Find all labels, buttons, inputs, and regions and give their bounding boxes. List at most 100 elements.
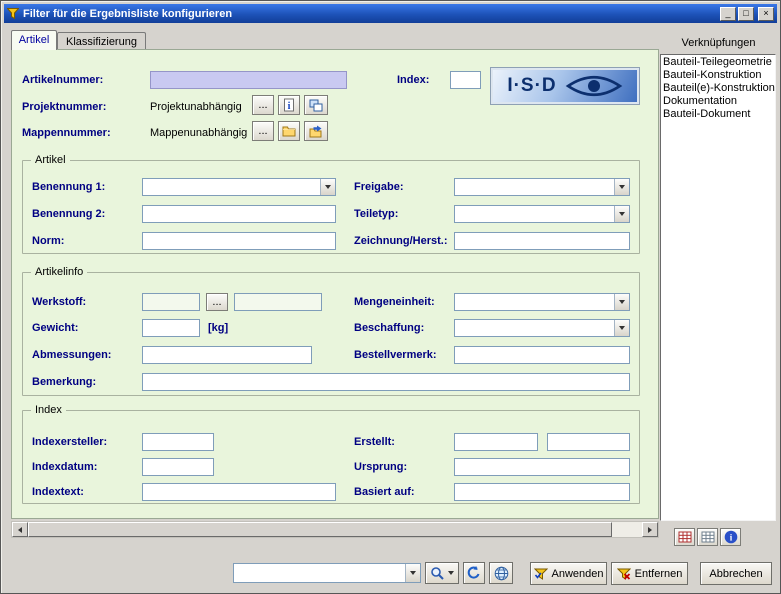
isd-eye-icon (565, 74, 623, 98)
gewicht-input[interactable] (142, 319, 200, 337)
projekt-info-button[interactable]: i (278, 95, 300, 115)
index-label: Index: (397, 74, 429, 86)
links-panel-title: Verknüpfungen (661, 37, 776, 49)
search-button[interactable] (425, 562, 459, 584)
entfernen-button[interactable]: Entfernen (611, 562, 688, 585)
info-circle-icon: i (724, 530, 738, 544)
filter-remove-icon (617, 568, 631, 580)
abmessungen-input[interactable] (142, 346, 312, 364)
table-red-icon (678, 531, 692, 543)
chevron-down-icon (619, 300, 625, 304)
window-controls: _ □ × (720, 7, 774, 21)
beschaffung-label: Beschaffung: (354, 322, 424, 334)
mappennummer-value: Mappenunabhängig (150, 127, 247, 139)
mengeneinheit-label: Mengeneinheit: (354, 296, 435, 308)
werkstoff-input[interactable] (142, 293, 200, 311)
projektnummer-label: Projektnummer: (22, 101, 106, 113)
freigabe-combo[interactable] (454, 178, 630, 196)
arrow-left-icon (18, 527, 22, 533)
minimize-button[interactable]: _ (720, 7, 736, 21)
isd-logo: I·S·D (490, 67, 640, 105)
scroll-right-button[interactable] (642, 522, 658, 537)
result-grid-button[interactable] (697, 528, 718, 546)
teiletyp-combo[interactable] (454, 205, 630, 223)
artikelinfo-group-legend: Artikelinfo (31, 266, 87, 278)
index-input[interactable] (450, 71, 481, 89)
indexdatum-label: Indexdatum: (32, 461, 97, 473)
beschaffung-combo[interactable] (454, 319, 630, 337)
erstellt-input-2[interactable] (547, 433, 630, 451)
close-button[interactable]: × (758, 7, 774, 21)
link-item[interactable]: Bauteil-Teilegeometrie (661, 56, 775, 69)
anwenden-button[interactable]: Anwenden (530, 562, 607, 585)
benennung2-input[interactable] (142, 205, 336, 223)
norm-input[interactable] (142, 232, 336, 250)
horizontal-scrollbar[interactable] (11, 521, 659, 538)
werkstoff-browse-button[interactable]: ... (206, 293, 228, 311)
result-grid-red-button[interactable] (674, 528, 695, 546)
link-item[interactable]: Bauteil-Dokument (661, 108, 775, 121)
chevron-down-icon (619, 326, 625, 330)
zeichnung-herst-label: Zeichnung/Herst.: (354, 235, 448, 247)
mappe-browse-button[interactable]: ... (252, 121, 274, 141)
scroll-thumb[interactable] (28, 522, 612, 537)
freigabe-label: Freigabe: (354, 181, 404, 193)
bestellvermerk-input[interactable] (454, 346, 630, 364)
zeichnung-herst-input[interactable] (454, 232, 630, 250)
projekt-browse-button[interactable]: ... (252, 95, 274, 115)
indexdatum-input[interactable] (142, 458, 214, 476)
indexersteller-input[interactable] (142, 433, 214, 451)
links-listbox[interactable]: Bauteil-Teilegeometrie Bauteil-Konstrukt… (660, 54, 776, 521)
abbrechen-button[interactable]: Abbrechen (700, 562, 772, 585)
teiletyp-combo-arrow[interactable] (614, 206, 629, 222)
maximize-button[interactable]: □ (738, 7, 754, 21)
freigabe-combo-arrow[interactable] (614, 179, 629, 195)
link-item[interactable]: Bauteil(e)-Konstruktion (661, 82, 775, 95)
projekt-structure-button[interactable] (304, 95, 328, 115)
bestellvermerk-label: Bestellvermerk: (354, 349, 437, 361)
footer-filter-combo[interactable] (233, 563, 421, 583)
ursprung-input[interactable] (454, 458, 630, 476)
beschaffung-combo-arrow[interactable] (614, 320, 629, 336)
title-bar[interactable]: Filter für die Ergebnisliste konfigurier… (4, 4, 777, 23)
indexersteller-label: Indexersteller: (32, 436, 107, 448)
filter-dialog-window: Filter für die Ergebnisliste konfigurier… (0, 0, 781, 594)
document-info-icon: i (283, 98, 295, 112)
bemerkung-input[interactable] (142, 373, 630, 391)
chevron-down-icon (448, 571, 454, 575)
tab-artikel[interactable]: Artikel (11, 30, 57, 50)
artikelnummer-label: Artikelnummer: (22, 74, 103, 86)
result-info-button[interactable]: i (720, 528, 741, 546)
chevron-down-icon (410, 571, 416, 575)
main-panel: Artikelnummer: Index: I·S·D Projektnumme… (11, 49, 659, 519)
indextext-input[interactable] (142, 483, 336, 501)
project-windows-icon (309, 99, 323, 112)
isd-logo-text: I·S·D (507, 75, 556, 97)
refresh-button[interactable] (463, 562, 485, 584)
teiletyp-label: Teiletyp: (354, 208, 398, 220)
benennung1-combo-arrow[interactable] (320, 179, 335, 195)
mengeneinheit-combo-arrow[interactable] (614, 294, 629, 310)
scroll-left-button[interactable] (12, 522, 28, 537)
benennung1-label: Benennung 1: (32, 181, 105, 193)
globe-button[interactable] (489, 562, 513, 584)
link-item[interactable]: Dokumentation (661, 95, 775, 108)
mengeneinheit-combo[interactable] (454, 293, 630, 311)
basiert-auf-input[interactable] (454, 483, 630, 501)
artikelnummer-input[interactable] (150, 71, 347, 89)
tab-klassifizierung[interactable]: Klassifizierung (57, 32, 146, 49)
refresh-icon (467, 566, 481, 580)
bemerkung-label: Bemerkung: (32, 376, 96, 388)
magnifier-icon (430, 566, 444, 580)
link-item[interactable]: Bauteil-Konstruktion (661, 69, 775, 82)
filter-funnel-icon (7, 8, 19, 19)
erstellt-input-1[interactable] (454, 433, 538, 451)
mappe-link-button[interactable] (304, 121, 328, 141)
footer-combo-arrow[interactable] (405, 564, 420, 582)
index-group-legend: Index (31, 404, 66, 416)
chevron-down-icon (619, 212, 625, 216)
projektnummer-value: Projektunabhängig (150, 101, 242, 113)
artikel-group-legend: Artikel (31, 154, 70, 166)
mappe-folder-button[interactable] (278, 121, 300, 141)
benennung1-combo[interactable] (142, 178, 336, 196)
